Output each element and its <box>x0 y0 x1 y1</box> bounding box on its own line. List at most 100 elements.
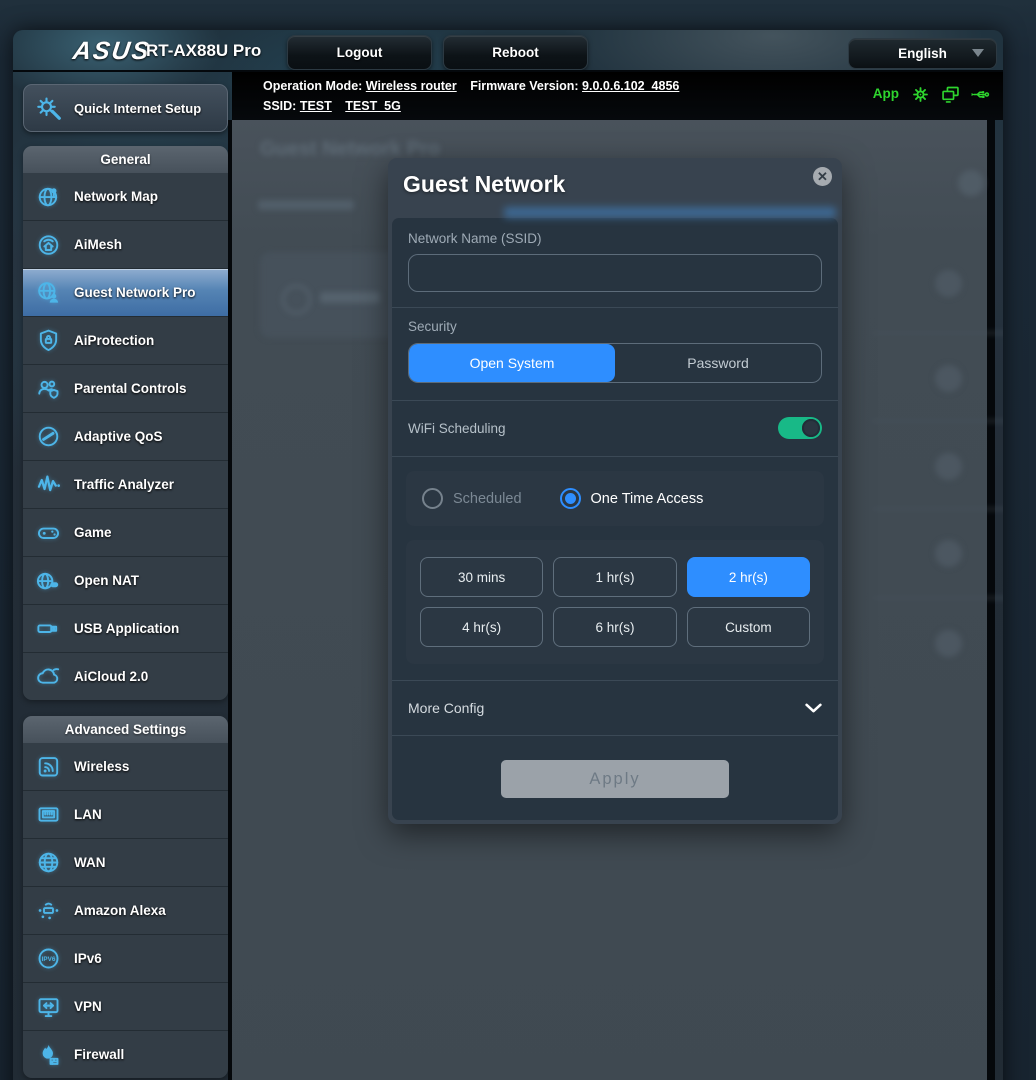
sidebar-item-game[interactable]: Game <box>23 509 228 557</box>
firmware-link[interactable]: 9.0.0.6.102_4856 <box>582 79 679 93</box>
logout-button[interactable]: Logout <box>287 35 432 70</box>
sidebar-item-aiprotection[interactable]: AiProtection <box>23 317 228 365</box>
sidebar-item-lan[interactable]: LAN <box>23 791 228 839</box>
guest-network-modal: Guest Network ✕ Network Name (SSID) Secu… <box>388 158 842 824</box>
aiprotection-icon <box>35 327 62 354</box>
quick-setup-label: Quick Internet Setup <box>74 100 202 116</box>
apply-button[interactable]: Apply <box>501 760 729 798</box>
sidebar-item-label: Parental Controls <box>74 381 187 396</box>
sidebar-item-label: IPv6 <box>74 951 102 966</box>
router-model: RT-AX88U Pro <box>146 41 262 60</box>
firmware-label: Firmware Version: <box>470 79 579 93</box>
row-divider-blurred <box>872 420 1003 422</box>
quick-setup-icon <box>34 93 64 123</box>
row-divider-blurred <box>872 332 1003 334</box>
duration-button-4-hr-s[interactable]: 4 hr(s) <box>420 607 544 647</box>
sidebar-item-amazon-alexa[interactable]: Amazon Alexa <box>23 887 228 935</box>
duration-button-30-mins[interactable]: 30 mins <box>420 557 544 597</box>
schedule-mode-scheduled[interactable]: Scheduled <box>422 488 522 509</box>
security-option-password[interactable]: Password <box>615 344 821 382</box>
chevron-down-icon <box>972 49 984 57</box>
sidebar-item-label: Network Map <box>74 189 159 204</box>
close-icon[interactable]: ✕ <box>813 167 832 186</box>
radio-icon <box>559 488 581 509</box>
operation-mode-label: Operation Mode: <box>263 79 363 93</box>
sidebar-item-wan[interactable]: WAN <box>23 839 228 887</box>
usb-icon[interactable] <box>970 84 991 105</box>
wifi-scheduling-label: WiFi Scheduling <box>408 420 506 436</box>
toggle-knob <box>802 419 820 437</box>
opennat-icon <box>35 567 62 594</box>
duration-button-2-hr-s[interactable]: 2 hr(s) <box>686 557 810 597</box>
wifi-scheduling-toggle[interactable] <box>778 417 822 439</box>
operation-mode-link[interactable]: Wireless router <box>366 79 457 93</box>
sidebar-item-usb-application[interactable]: USB Application <box>23 605 228 653</box>
more-config-label: More Config <box>408 700 485 716</box>
sidebar-item-label: USB Application <box>74 621 180 636</box>
sidebar: Quick Internet Setup General Network Map A… <box>23 84 228 1080</box>
sidebar-item-label: WAN <box>74 855 106 870</box>
sidebar-item-guest-network-pro[interactable]: Guest Network Pro <box>23 269 228 317</box>
firewall-icon <box>35 1041 62 1068</box>
help-icon-blurred <box>958 170 984 196</box>
reboot-button[interactable]: Reboot <box>443 35 588 70</box>
language-dropdown[interactable]: English <box>848 38 997 69</box>
modal-header: Guest Network ✕ <box>388 158 842 218</box>
row-divider-blurred <box>872 508 1003 510</box>
sidebar-item-label: Wireless <box>74 759 130 774</box>
sidebar-item-adaptive-qos[interactable]: Adaptive QoS <box>23 413 228 461</box>
sidebar-item-label: Amazon Alexa <box>74 903 166 918</box>
wifi-scheduling-row: WiFi Scheduling <box>392 401 838 456</box>
info-bar: Operation Mode: Wireless router Firmware… <box>232 72 1003 120</box>
screens-icon[interactable] <box>940 84 961 105</box>
schedule-mode-group: Scheduled One Time Access <box>406 471 824 526</box>
radio-icon <box>422 488 443 509</box>
modal-body: Network Name (SSID) Security Open System… <box>392 218 838 820</box>
sidebar-item-aimesh[interactable]: AiMesh <box>23 221 228 269</box>
sidebar-item-open-nat[interactable]: Open NAT <box>23 557 228 605</box>
security-label: Security <box>408 319 457 334</box>
ssid-section: Network Name (SSID) <box>392 218 838 307</box>
row-gear-icon-blurred <box>935 270 962 297</box>
sidebar-item-aicloud-2-0[interactable]: AiCloud 2.0 <box>23 653 228 700</box>
duration-button-custom[interactable]: Custom <box>686 607 810 647</box>
section-header-advanced-settings: Advanced Settings <box>23 716 228 743</box>
ssid-link-1[interactable]: TEST <box>300 99 332 113</box>
sidebar-item-label: LAN <box>74 807 102 822</box>
sidebar-item-wireless[interactable]: Wireless <box>23 743 228 791</box>
router-info: Operation Mode: Wireless router Firmware… <box>263 76 679 116</box>
more-config-row[interactable]: More Config <box>392 681 838 735</box>
sidebar-item-network-map[interactable]: Network Map <box>23 173 228 221</box>
security-option-open-system[interactable]: Open System <box>409 344 615 382</box>
sidebar-item-traffic-analyzer[interactable]: Traffic Analyzer <box>23 461 228 509</box>
gear-icon[interactable] <box>910 84 931 105</box>
modal-title: Guest Network <box>403 171 566 197</box>
sidebar-item-label: Open NAT <box>74 573 139 588</box>
sidebar-item-label: AiProtection <box>74 333 155 348</box>
ssid-label: SSID: <box>263 99 297 113</box>
sidebar-item-vpn[interactable]: VPN <box>23 983 228 1031</box>
add-label-blurred <box>320 292 380 303</box>
game-icon <box>35 519 62 546</box>
row-divider-blurred <box>872 597 1003 599</box>
language-label: English <box>898 46 947 61</box>
ipv6-icon: IPV6 <box>35 945 62 972</box>
schedule-mode-one-time-access[interactable]: One Time Access <box>559 488 703 509</box>
app-link[interactable]: App <box>873 86 899 101</box>
sidebar-item-firewall[interactable]: Firewall <box>23 1031 228 1078</box>
aimesh-icon <box>35 231 62 258</box>
add-icon-blurred <box>282 285 311 314</box>
row-gear-icon-blurred <box>935 453 962 480</box>
screen: ASUS RT-AX88U Pro Logout Reboot English … <box>0 0 1036 1080</box>
sidebar-section-advanced-settings: Advanced Settings Wireless LAN WAN Amazon Al… <box>23 716 228 1078</box>
background-link-blurred <box>504 207 836 218</box>
ssid-link-2[interactable]: TEST_5G <box>345 99 401 113</box>
sidebar-item-label: Traffic Analyzer <box>74 477 175 492</box>
modal-footer: Apply <box>392 736 838 820</box>
sidebar-item-parental-controls[interactable]: Parental Controls <box>23 365 228 413</box>
duration-button-1-hr-s[interactable]: 1 hr(s) <box>553 557 677 597</box>
sidebar-item-quick-internet-setup[interactable]: Quick Internet Setup <box>23 84 228 132</box>
duration-button-6-hr-s[interactable]: 6 hr(s) <box>553 607 677 647</box>
ssid-input[interactable] <box>408 254 822 292</box>
sidebar-item-ipv6[interactable]: IPV6 IPv6 <box>23 935 228 983</box>
